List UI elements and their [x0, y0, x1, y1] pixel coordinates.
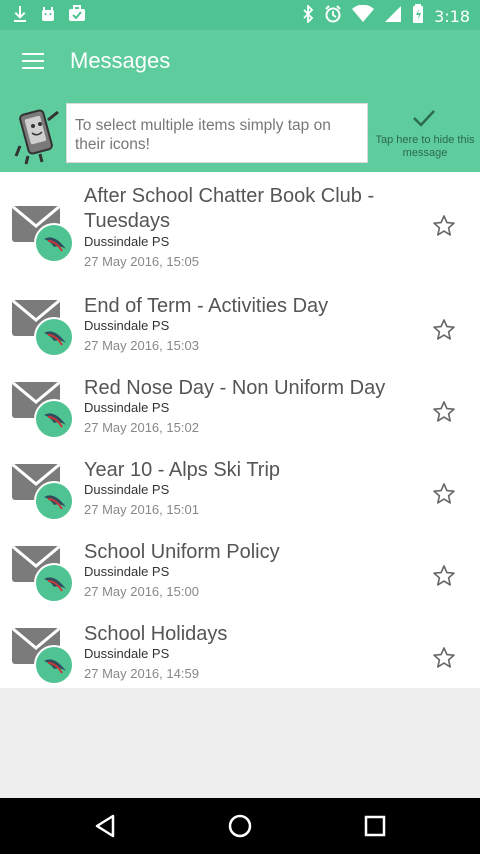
- signal-icon: [384, 5, 402, 28]
- star-icon[interactable]: [432, 400, 456, 424]
- school-logo-icon: [34, 399, 74, 439]
- message-row[interactable]: School Holidays Dussindale PS 27 May 2016,…: [0, 610, 480, 692]
- messages-list: After School Chatter Book Club - Tuesday…: [0, 172, 480, 688]
- message-sender: Dussindale PS: [84, 482, 170, 497]
- school-logo-icon: [34, 481, 74, 521]
- alarm-icon: [324, 5, 342, 28]
- star-icon[interactable]: [432, 564, 456, 588]
- message-date: 27 May 2016, 15:01: [84, 502, 199, 517]
- app-bar: Messages: [0, 30, 480, 98]
- menu-icon[interactable]: [22, 53, 44, 69]
- message-title: After School Chatter Book Club - Tuesday…: [84, 185, 375, 232]
- star-icon[interactable]: [432, 482, 456, 506]
- message-row[interactable]: Red Nose Day - Non Uniform Day Dussindale…: [0, 364, 480, 446]
- bluetooth-icon: [302, 3, 314, 28]
- message-row[interactable]: School Uniform Policy Dussindale PS 27 May…: [0, 528, 480, 610]
- message-select-icon[interactable]: [12, 382, 76, 442]
- school-logo-icon: [34, 317, 74, 357]
- school-logo-icon: [34, 563, 74, 603]
- recents-icon[interactable]: [361, 812, 389, 840]
- message-date: 27 May 2016, 14:59: [84, 666, 199, 681]
- page-title: Messages: [70, 48, 171, 73]
- school-logo-icon: [34, 645, 74, 685]
- back-icon[interactable]: [91, 812, 119, 840]
- star-icon[interactable]: [432, 214, 456, 238]
- tip-message: To select multiple items simply tap on t…: [66, 103, 368, 163]
- check-icon: [413, 110, 435, 127]
- message-title: Red Nose Day - Non Uniform Day: [84, 377, 386, 399]
- message-select-icon[interactable]: [12, 628, 76, 688]
- download-icon: [12, 5, 28, 28]
- message-date: 27 May 2016, 15:00: [84, 584, 199, 599]
- status-bar: 3:18: [0, 0, 480, 30]
- wifi-icon: [352, 4, 375, 28]
- hide-tip-label: Tap here to hide this message: [375, 134, 475, 159]
- message-date: 27 May 2016, 15:02: [84, 420, 199, 435]
- battery-icon: [412, 4, 424, 29]
- android-icon: [40, 5, 56, 28]
- tip-banner: To select multiple items simply tap on t…: [0, 98, 480, 172]
- message-sender: Dussindale PS: [84, 564, 170, 579]
- message-title: School Uniform Policy: [84, 541, 280, 563]
- star-icon[interactable]: [432, 318, 456, 342]
- navigation-bar: [0, 798, 480, 854]
- message-select-icon[interactable]: [12, 206, 76, 266]
- home-icon[interactable]: [226, 812, 254, 840]
- message-title: Year 10 - Alps Ski Trip: [84, 459, 281, 481]
- hide-tip-button[interactable]: Tap here to hide this message: [370, 98, 480, 172]
- message-title: End of Term - Activities Day: [84, 295, 329, 317]
- message-sender: Dussindale PS: [84, 646, 170, 661]
- message-date: 27 May 2016, 15:03: [84, 338, 199, 353]
- message-row[interactable]: Year 10 - Alps Ski Trip Dussindale PS 27 M…: [0, 446, 480, 528]
- status-time: 3:18: [434, 7, 470, 26]
- message-date: 27 May 2016, 15:05: [84, 254, 199, 269]
- message-row[interactable]: After School Chatter Book Club - Tuesday…: [0, 172, 480, 282]
- message-select-icon[interactable]: [12, 546, 76, 606]
- message-sender: Dussindale PS: [84, 234, 170, 249]
- message-row[interactable]: End of Term - Activities Day Dussindale P…: [0, 282, 480, 364]
- message-sender: Dussindale PS: [84, 318, 170, 333]
- message-sender: Dussindale PS: [84, 400, 170, 415]
- robot-phone-icon: [14, 109, 59, 165]
- message-title: School Holidays: [84, 623, 228, 645]
- school-logo-icon: [34, 223, 74, 263]
- star-icon[interactable]: [432, 646, 456, 670]
- briefcase-icon: [68, 5, 86, 28]
- message-select-icon[interactable]: [12, 464, 76, 524]
- message-select-icon[interactable]: [12, 300, 76, 360]
